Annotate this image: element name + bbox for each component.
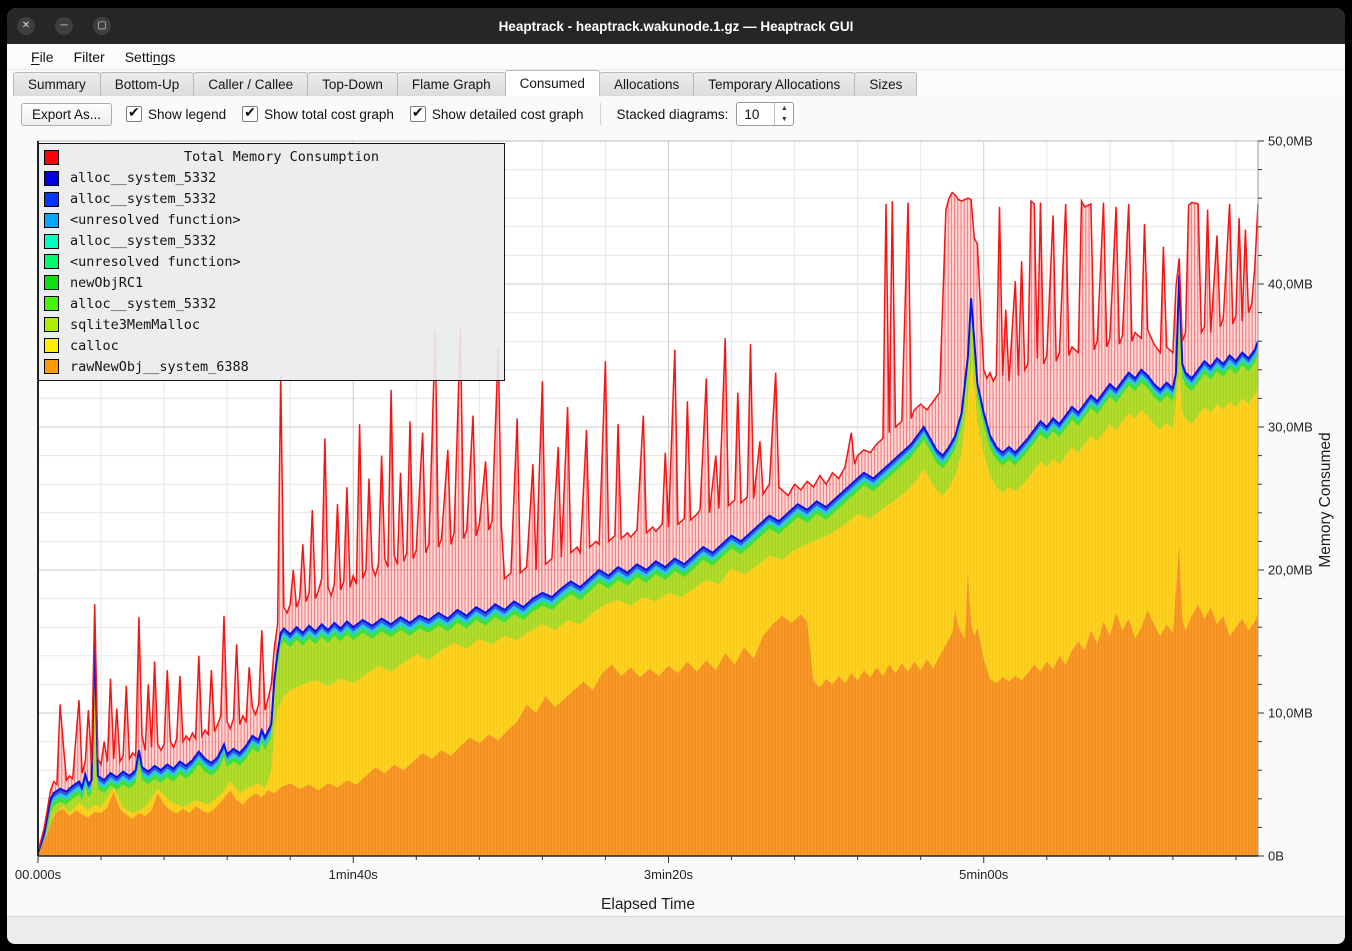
legend-item: alloc__system_5332: [39, 189, 504, 210]
legend-swatch: [44, 275, 59, 290]
legend-item: <unresolved function>: [39, 210, 504, 231]
svg-text:40,0MB: 40,0MB: [1268, 277, 1313, 292]
legend-item: rawNewObj__system_6388: [39, 356, 504, 377]
legend-label: <unresolved function>: [70, 212, 241, 228]
legend-item: alloc__system_5332: [39, 231, 504, 252]
svg-text:0B: 0B: [1268, 849, 1284, 864]
legend-item: alloc__system_5332: [39, 293, 504, 314]
svg-text:1min40s: 1min40s: [329, 867, 379, 882]
legend-item: alloc__system_5332: [39, 168, 504, 189]
svg-text:10,0MB: 10,0MB: [1268, 706, 1313, 721]
legend-swatch: [44, 359, 59, 374]
legend-label: <unresolved function>: [70, 254, 241, 270]
legend-item: newObjRC1: [39, 272, 504, 293]
legend-item: calloc: [39, 335, 504, 356]
legend-swatch: [44, 213, 59, 228]
legend-label: sqlite3MemMalloc: [70, 317, 200, 333]
legend-swatch: [44, 150, 59, 165]
svg-text:50,0MB: 50,0MB: [1268, 134, 1313, 149]
legend-item: <unresolved function>: [39, 252, 504, 273]
legend-title-row: Total Memory Consumption: [39, 147, 504, 168]
legend-swatch: [44, 254, 59, 269]
legend-swatch: [44, 192, 59, 207]
svg-text:Elapsed Time: Elapsed Time: [601, 896, 695, 913]
legend-label: alloc__system_5332: [70, 170, 216, 186]
legend-swatch: [44, 234, 59, 249]
svg-text:3min20s: 3min20s: [644, 867, 694, 882]
tab-consumed[interactable]: Consumed: [505, 70, 600, 96]
legend-swatch: [44, 296, 59, 311]
legend-label: alloc__system_5332: [70, 191, 216, 207]
legend-label: alloc__system_5332: [70, 296, 216, 312]
svg-text:00.000s: 00.000s: [15, 867, 62, 882]
svg-text:20,0MB: 20,0MB: [1268, 563, 1313, 578]
svg-text:30,0MB: 30,0MB: [1268, 420, 1313, 435]
legend-item: sqlite3MemMalloc: [39, 314, 504, 335]
svg-text:5min00s: 5min00s: [959, 867, 1009, 882]
legend-swatch: [44, 171, 59, 186]
legend-label: calloc: [70, 338, 119, 354]
chart-legend: Total Memory Consumption alloc__system_53…: [38, 143, 505, 381]
svg-text:Memory Consumed: Memory Consumed: [1317, 432, 1334, 567]
legend-label: alloc__system_5332: [70, 233, 216, 249]
legend-label: Total Memory Consumption: [59, 149, 504, 165]
legend-swatch: [44, 338, 59, 353]
legend-label: newObjRC1: [70, 275, 143, 291]
legend-label: rawNewObj__system_6388: [70, 359, 249, 375]
app-window: 0B 10,0MB 20,0MB 30,0MB 40,0MB 50,0MB 00.000s 1…: [7, 8, 1345, 944]
legend-swatch: [44, 317, 59, 332]
